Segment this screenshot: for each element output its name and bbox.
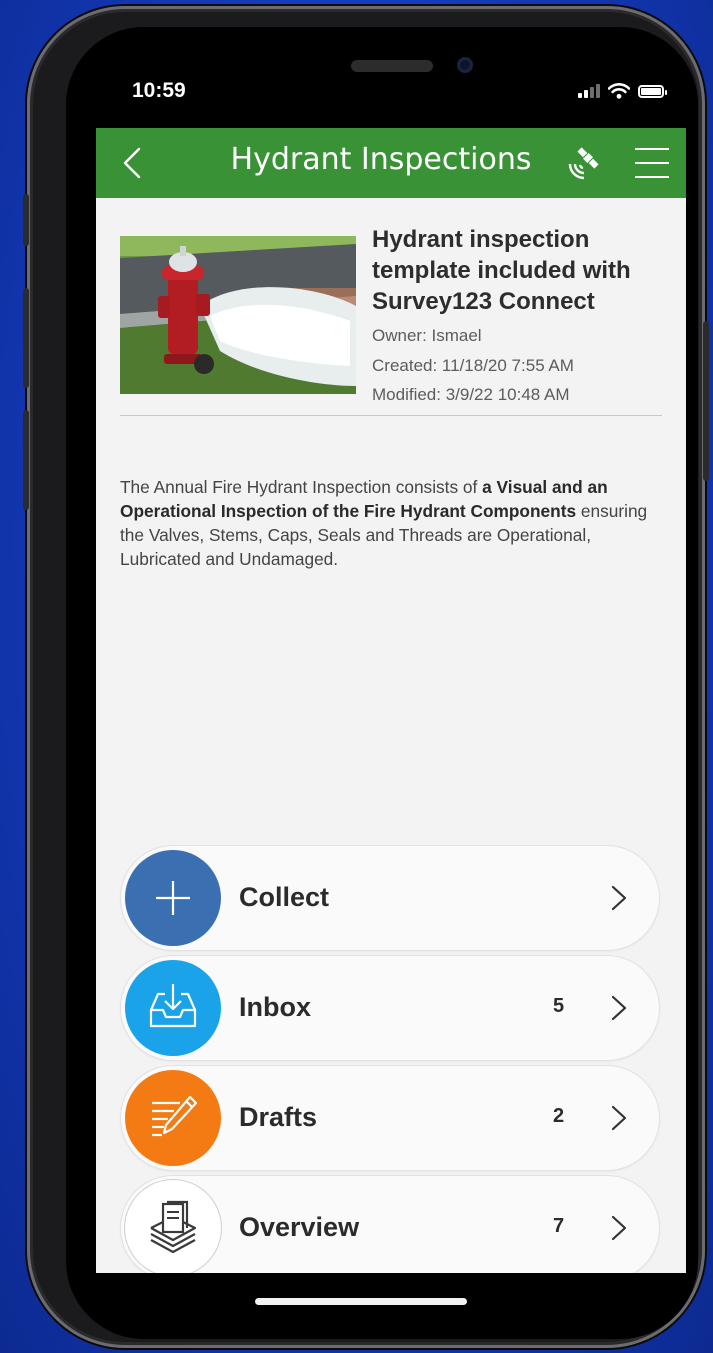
wifi-icon [608,83,630,99]
phone-frame: 10:59 Hydrant Inspections Hydrant inspec… [23,6,709,1348]
home-area [66,1273,698,1339]
gps-satellite-icon[interactable] [564,142,606,184]
survey-description: The Annual Fire Hydrant Inspection consi… [120,475,665,571]
volume-down-button [23,410,29,510]
chevron-right-icon [611,995,627,1021]
page-title: Hydrant Inspections [230,142,532,177]
overview-count: 7 [553,1215,565,1237]
survey-created: Created: 11/18/20 7:55 AM [372,355,574,375]
screen: 10:59 Hydrant Inspections Hydrant inspec… [66,27,698,1339]
drafts-icon-circle [125,1070,221,1166]
divider [120,415,662,416]
inbox-icon-circle [125,960,221,1056]
survey-thumbnail [120,236,356,394]
pencil-lines-icon [152,1095,198,1137]
home-indicator[interactable] [255,1298,467,1305]
status-time: 10:59 [132,79,186,102]
mute-switch [23,194,29,246]
chevron-right-icon [611,885,627,911]
overview-button[interactable]: Overview 7 [121,1176,659,1273]
collect-label: Collect [239,882,330,912]
front-camera [457,57,473,73]
overview-label: Overview [239,1212,360,1242]
status-bar: 10:59 [66,27,698,127]
app-screen: Hydrant Inspections Hydrant inspection t… [96,128,686,1273]
status-icons [578,79,667,103]
speaker-grille [351,60,433,72]
survey-owner: Owner: Ismael [372,326,482,345]
stacked-documents-icon [150,1200,197,1254]
survey-modified: Modified: 3/9/22 10:48 AM [372,385,570,404]
survey-title: Hydrant inspection template included wit… [372,226,631,315]
inbox-button[interactable]: Inbox 5 [121,956,659,1060]
volume-up-button [23,288,29,388]
back-icon[interactable] [114,143,154,183]
signal-icon [578,84,600,98]
chevron-right-icon [611,1215,627,1241]
inbox-count: 5 [553,995,565,1017]
drafts-label: Drafts [239,1102,318,1132]
battery-icon [638,84,667,98]
plus-icon [156,881,190,915]
drafts-count: 2 [553,1105,565,1127]
hamburger-menu-icon[interactable] [634,146,670,180]
chevron-right-icon [611,1105,627,1131]
drafts-button[interactable]: Drafts 2 [121,1066,659,1170]
inbox-label: Inbox [239,992,311,1022]
description-text: The Annual Fire Hydrant Inspection consi… [120,477,483,497]
app-header: Hydrant Inspections [96,128,686,198]
collect-icon-circle [125,850,221,946]
survey-info: Hydrant inspection template included wit… [372,224,672,410]
inbox-download-icon [149,984,197,1028]
power-button [703,321,709,481]
collect-button[interactable]: Collect [121,846,659,950]
overview-icon-circle [125,1180,221,1273]
